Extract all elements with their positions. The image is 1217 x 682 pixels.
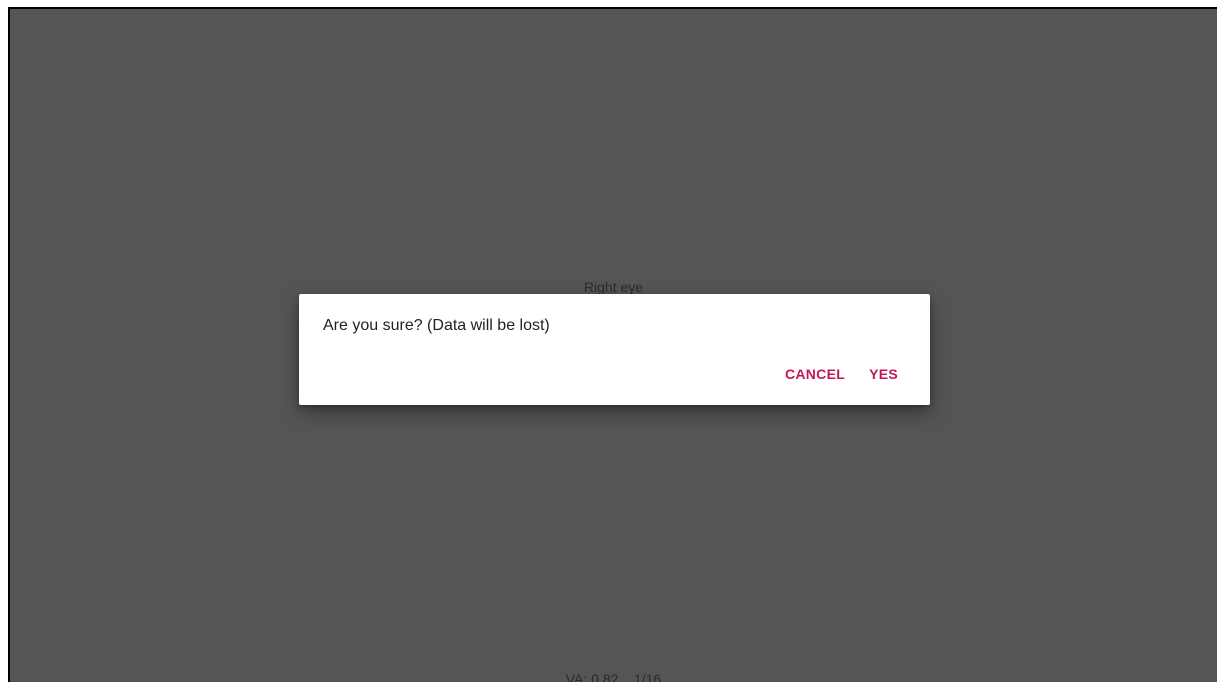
app-screen: Right eye VA: 0.82 1/16 Are you sure? (D… <box>8 7 1217 682</box>
eye-label: Right eye <box>583 279 644 295</box>
dialog-actions: CANCEL YES <box>777 358 906 390</box>
dialog-message: Are you sure? (Data will be lost) <box>323 317 550 334</box>
cancel-button[interactable]: CANCEL <box>777 358 853 390</box>
yes-button[interactable]: YES <box>861 358 906 390</box>
screenshot-frame: Right eye VA: 0.82 1/16 Are you sure? (D… <box>0 0 1217 682</box>
visual-acuity-status: VA: 0.82 1/16 <box>565 671 662 682</box>
confirm-dialog: Are you sure? (Data will be lost) CANCEL… <box>299 294 930 405</box>
